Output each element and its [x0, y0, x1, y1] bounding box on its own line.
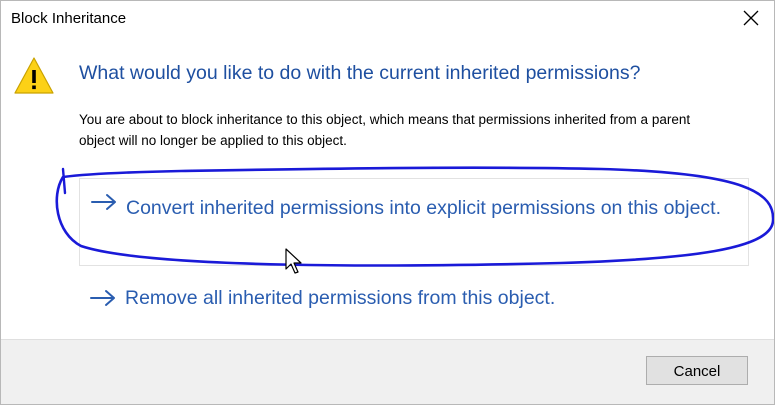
dialog-footer: Cancel: [1, 339, 774, 404]
arrow-right-icon: [91, 194, 116, 210]
main-instruction: What would you like to do with the curre…: [79, 62, 641, 84]
window-title: Block Inheritance: [11, 10, 127, 27]
cancel-button[interactable]: Cancel: [646, 356, 748, 385]
warning-icon: [14, 57, 54, 94]
arrow-right-icon: [90, 290, 115, 306]
remove-permissions-label: Remove all inherited permissions from th…: [125, 287, 556, 309]
title-bar: Block Inheritance: [1, 1, 774, 37]
convert-permissions-label: Convert inherited permissions into expli…: [126, 197, 722, 219]
block-inheritance-dialog: Block Inheritance What would you like to…: [0, 0, 775, 405]
convert-permissions-command-link[interactable]: Convert inherited permissions into expli…: [79, 178, 749, 266]
content-text: You are about to block inheritance to th…: [79, 112, 691, 148]
close-button[interactable]: [734, 3, 768, 33]
remove-permissions-command-link[interactable]: Remove all inherited permissions from th…: [79, 281, 749, 317]
close-icon: [743, 10, 759, 26]
